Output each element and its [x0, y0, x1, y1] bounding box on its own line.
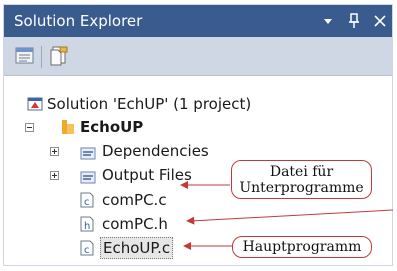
c-file-icon: c	[80, 192, 94, 214]
callout-datei-line1: Datei für	[269, 164, 334, 180]
show-all-files-icon[interactable]	[48, 45, 70, 67]
h-file-icon: h	[80, 216, 94, 238]
project-icon	[60, 119, 76, 141]
close-icon[interactable]	[374, 11, 386, 31]
collapse-toggle-icon[interactable]	[25, 123, 34, 132]
svg-text:c: c	[84, 197, 90, 208]
tree-row-dependencies[interactable]: Dependencies	[4, 140, 392, 162]
toolbar-separator	[41, 46, 42, 68]
expand-toggle-icon[interactable]	[50, 171, 59, 180]
tree-row-compc-h[interactable]: h comPC.h	[4, 213, 224, 235]
compc-c-label: comPC.c	[102, 191, 167, 209]
project-label: EchoUP	[80, 118, 144, 136]
c-file-icon: c	[80, 240, 94, 262]
dependencies-label: Dependencies	[102, 142, 209, 160]
output-files-label: Output Files	[102, 166, 192, 184]
svg-text:h: h	[84, 221, 90, 232]
svg-text:c: c	[84, 245, 90, 256]
tree-row-solution[interactable]: Solution 'EchUP' (1 project)	[4, 93, 392, 115]
solution-label: Solution 'EchUP' (1 project)	[47, 95, 252, 113]
explorer-toolbar	[4, 37, 392, 76]
callout-datei-unterprogramme: Datei für Unterprogramme	[231, 160, 372, 199]
callout-hauptprogramm: Hauptprogramm	[232, 236, 372, 258]
callout-datei-line2: Unterprogramme	[239, 180, 364, 196]
solution-explorer-panel: Solution Explorer Solution 'EchUP' (1 pr…	[3, 4, 393, 266]
callout-haupt-text: Hauptprogramm	[242, 239, 362, 255]
tree-row-compc-c[interactable]: c comPC.c	[4, 189, 224, 211]
folder-icon	[80, 144, 96, 166]
expand-toggle-icon[interactable]	[50, 147, 59, 156]
tree-row-project[interactable]: EchoUP	[4, 116, 392, 138]
tree-row-echoup-c[interactable]: c EchoUP.c	[4, 237, 224, 259]
panel-titlebar: Solution Explorer	[4, 5, 392, 37]
properties-icon[interactable]	[14, 45, 36, 67]
panel-title: Solution Explorer	[14, 12, 143, 30]
compc-h-label: comPC.h	[102, 215, 168, 233]
folder-icon	[80, 168, 96, 190]
titlebar-controls	[322, 10, 386, 32]
echoup-c-label: EchoUP.c	[100, 237, 174, 259]
dropdown-arrow-icon[interactable]	[322, 11, 334, 31]
pin-icon[interactable]	[348, 11, 360, 31]
solution-icon	[27, 96, 43, 118]
